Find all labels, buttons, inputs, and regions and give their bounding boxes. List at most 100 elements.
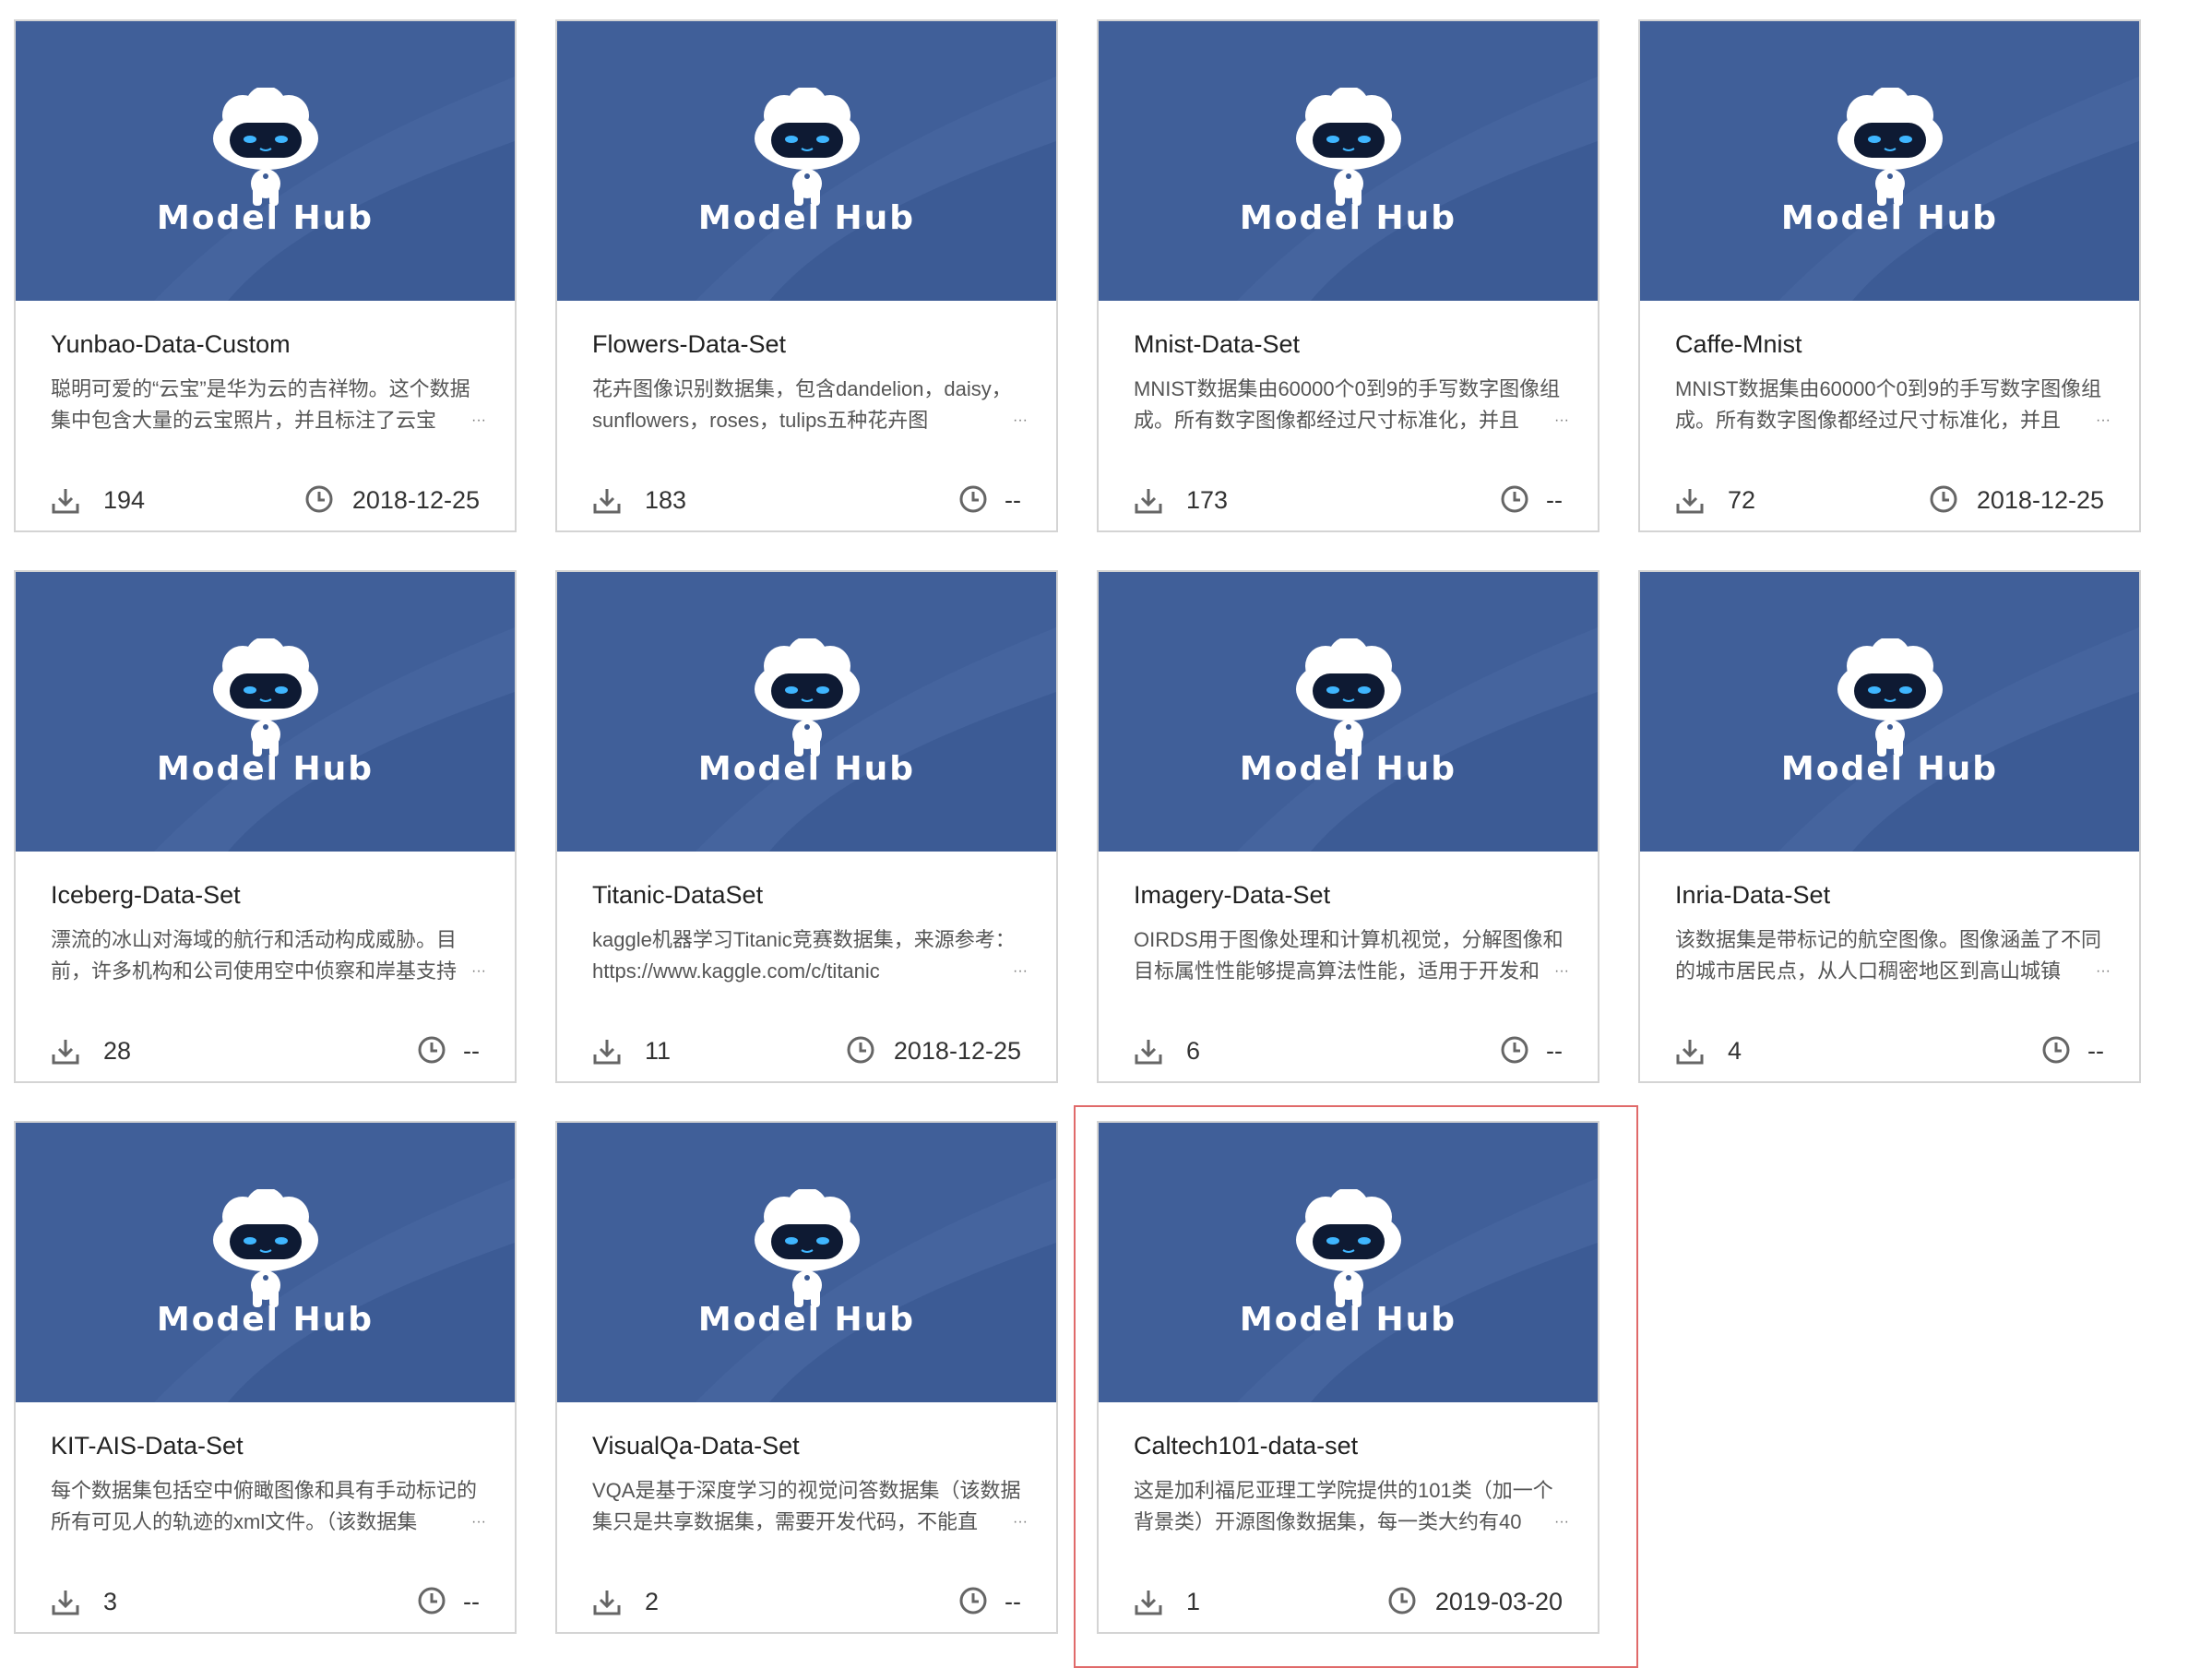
updated-date: -- bbox=[1005, 1588, 1021, 1615]
updated-date: -- bbox=[463, 1588, 480, 1615]
robot-mascot-icon bbox=[1296, 1189, 1401, 1307]
dataset-title[interactable]: Iceberg-Data-Set bbox=[51, 878, 496, 911]
dataset-card-caffe-mnist[interactable]: Model Hub Caffe-Mnist MNIST数据集由60000个0到9… bbox=[1638, 19, 2141, 532]
dataset-description: 聪明可爱的“云宝”是华为云的吉祥物。这个数据集中包含大量的云宝照片，并且标注了云… bbox=[51, 377, 470, 432]
model-hub-logo: Model Hub bbox=[156, 750, 375, 788]
dataset-card-visualqa-data-set[interactable]: Model Hub VisualQa-Data-Set VQA是基于深度学习的视… bbox=[555, 1121, 1058, 1634]
clock-icon bbox=[418, 1587, 446, 1614]
dataset-title[interactable]: Mnist-Data-Set bbox=[1134, 328, 1579, 361]
more-ellipsis: ··· bbox=[466, 956, 486, 987]
more-ellipsis: ··· bbox=[1549, 405, 1569, 436]
card-banner: Model Hub bbox=[557, 572, 1056, 852]
dataset-card-caltech101-data-set[interactable]: Model Hub Caltech101-data-set 这是加利福尼亚理工学… bbox=[1097, 1121, 1599, 1634]
more-ellipsis: ··· bbox=[1549, 1507, 1569, 1538]
model-hub-logo: Model Hub bbox=[1239, 1301, 1457, 1339]
updated-date: 2018-12-25 bbox=[1976, 486, 2104, 514]
dataset-title[interactable]: Flowers-Data-Set bbox=[592, 328, 1038, 361]
dataset-description: MNIST数据集由60000个0到9的手写数字图像组成。所有数字图像都经过尺寸标… bbox=[1675, 377, 2102, 432]
download-count: 173 bbox=[1186, 486, 1229, 514]
card-banner: Model Hub bbox=[16, 21, 515, 301]
download-icon bbox=[1135, 489, 1162, 514]
more-ellipsis: ··· bbox=[466, 1507, 486, 1538]
dataset-card-flowers-data-set[interactable]: Model Hub Flowers-Data-Set 花卉图像识别数据集，包含d… bbox=[555, 19, 1058, 532]
card-banner: Model Hub bbox=[557, 1123, 1056, 1402]
download-count: 72 bbox=[1728, 486, 1756, 514]
robot-mascot-icon bbox=[1837, 638, 1943, 757]
dataset-card-yunbao-data-custom[interactable]: Model Hub Yunbao-Data-Custom 聪明可爱的“云宝”是华… bbox=[14, 19, 517, 532]
clock-icon bbox=[959, 1587, 987, 1614]
more-ellipsis: ··· bbox=[1549, 956, 1569, 987]
dataset-title[interactable]: Inria-Data-Set bbox=[1675, 878, 2121, 911]
dataset-card-grid: Model Hub Yunbao-Data-Custom 聪明可爱的“云宝”是华… bbox=[0, 0, 2188, 1680]
card-banner: Model Hub bbox=[1099, 21, 1598, 301]
dataset-description: OIRDS用于图像处理和计算机视觉，分解图像和目标属性性能够提高算法性能，适用于… bbox=[1134, 928, 1564, 983]
dataset-description: VQA是基于深度学习的视觉问答数据集（该数据集只是共享数据集，需要开发代码，不能… bbox=[592, 1479, 1021, 1533]
model-hub-logo: Model Hub bbox=[156, 1301, 375, 1339]
download-count: 28 bbox=[103, 1037, 132, 1065]
robot-mascot-icon bbox=[755, 1189, 860, 1307]
clock-icon bbox=[418, 1036, 446, 1064]
dataset-card-inria-data-set[interactable]: Model Hub Inria-Data-Set 该数据集是带标记的航空图像。图… bbox=[1638, 570, 2141, 1083]
more-ellipsis: ··· bbox=[1007, 1507, 1028, 1538]
card-banner: Model Hub bbox=[16, 1123, 515, 1402]
more-ellipsis: ··· bbox=[2090, 405, 2111, 436]
card-banner: Model Hub bbox=[1640, 572, 2139, 852]
download-count: 194 bbox=[103, 486, 146, 514]
download-icon bbox=[1135, 1040, 1162, 1065]
model-hub-logo: Model Hub bbox=[697, 199, 916, 237]
dataset-card-kit-ais-data-set[interactable]: Model Hub KIT-AIS-Data-Set 每个数据集包括空中俯瞰图像… bbox=[14, 1121, 517, 1634]
dataset-description: MNIST数据集由60000个0到9的手写数字图像组成。所有数字图像都经过尺寸标… bbox=[1134, 377, 1561, 432]
dataset-description: 这是加利福尼亚理工学院提供的101类（加一个背景类）开源图像数据集，每一类大约有… bbox=[1134, 1479, 1553, 1533]
clock-icon bbox=[847, 1036, 874, 1064]
dataset-card-mnist-data-set[interactable]: Model Hub Mnist-Data-Set MNIST数据集由60000个… bbox=[1097, 19, 1599, 532]
clock-icon bbox=[1388, 1587, 1416, 1614]
more-ellipsis: ··· bbox=[1007, 405, 1028, 436]
model-hub-logo: Model Hub bbox=[697, 750, 916, 788]
robot-mascot-icon bbox=[755, 638, 860, 757]
robot-mascot-icon bbox=[1837, 88, 1943, 206]
download-icon bbox=[1676, 489, 1704, 514]
download-icon bbox=[52, 489, 79, 514]
dataset-description: 每个数据集包括空中俯瞰图像和具有手动标记的所有可见人的轨迹的xml文件。（该数据… bbox=[51, 1479, 478, 1533]
dataset-card-titanic-dataset[interactable]: Model Hub Titanic-DataSet kaggle机器学习Tita… bbox=[555, 570, 1058, 1083]
dataset-title[interactable]: Titanic-DataSet bbox=[592, 878, 1038, 911]
dataset-card-iceberg-data-set[interactable]: Model Hub Iceberg-Data-Set 漂流的冰山对海域的航行和活… bbox=[14, 570, 517, 1083]
dataset-title[interactable]: Caffe-Mnist bbox=[1675, 328, 2121, 361]
dataset-card-imagery-data-set[interactable]: Model Hub Imagery-Data-Set OIRDS用于图像处理和计… bbox=[1097, 570, 1599, 1083]
dataset-title[interactable]: KIT-AIS-Data-Set bbox=[51, 1429, 496, 1462]
updated-date: -- bbox=[1005, 486, 1021, 514]
clock-icon bbox=[1930, 485, 1957, 513]
dataset-description: 漂流的冰山对海域的航行和活动构成威胁。目前，许多机构和公司使用空中侦察和岸基支持 bbox=[51, 928, 458, 983]
download-icon bbox=[593, 489, 621, 514]
clock-icon bbox=[305, 485, 333, 513]
dataset-title[interactable]: Caltech101-data-set bbox=[1134, 1429, 1579, 1462]
clock-icon bbox=[1501, 1036, 1528, 1064]
updated-date: 2018-12-25 bbox=[893, 1037, 1021, 1065]
more-ellipsis: ··· bbox=[466, 405, 486, 436]
download-count: 2 bbox=[645, 1588, 660, 1615]
download-icon bbox=[593, 1040, 621, 1065]
robot-mascot-icon bbox=[213, 1189, 318, 1307]
robot-mascot-icon bbox=[213, 88, 318, 206]
download-icon bbox=[1135, 1591, 1162, 1615]
card-banner: Model Hub bbox=[1099, 572, 1598, 852]
robot-mascot-icon bbox=[755, 88, 860, 206]
card-banner: Model Hub bbox=[1099, 1123, 1598, 1402]
dataset-description: kaggle机器学习Titanic竞赛数据集，来源参考：https://www.… bbox=[592, 928, 1016, 983]
dataset-title[interactable]: VisualQa-Data-Set bbox=[592, 1429, 1038, 1462]
card-banner: Model Hub bbox=[557, 21, 1056, 301]
download-icon bbox=[52, 1591, 79, 1615]
clock-icon bbox=[959, 485, 987, 513]
download-count: 4 bbox=[1728, 1037, 1742, 1065]
download-count: 3 bbox=[103, 1588, 118, 1615]
updated-date: -- bbox=[463, 1037, 480, 1065]
updated-date: -- bbox=[2087, 1037, 2104, 1065]
clock-icon bbox=[1501, 485, 1528, 513]
more-ellipsis: ··· bbox=[1007, 956, 1028, 987]
dataset-title[interactable]: Yunbao-Data-Custom bbox=[51, 328, 496, 361]
updated-date: 2019-03-20 bbox=[1434, 1588, 1563, 1615]
download-icon bbox=[52, 1040, 79, 1065]
model-hub-logo: Model Hub bbox=[1780, 750, 1999, 788]
dataset-title[interactable]: Imagery-Data-Set bbox=[1134, 878, 1579, 911]
download-count: 1 bbox=[1186, 1588, 1201, 1615]
